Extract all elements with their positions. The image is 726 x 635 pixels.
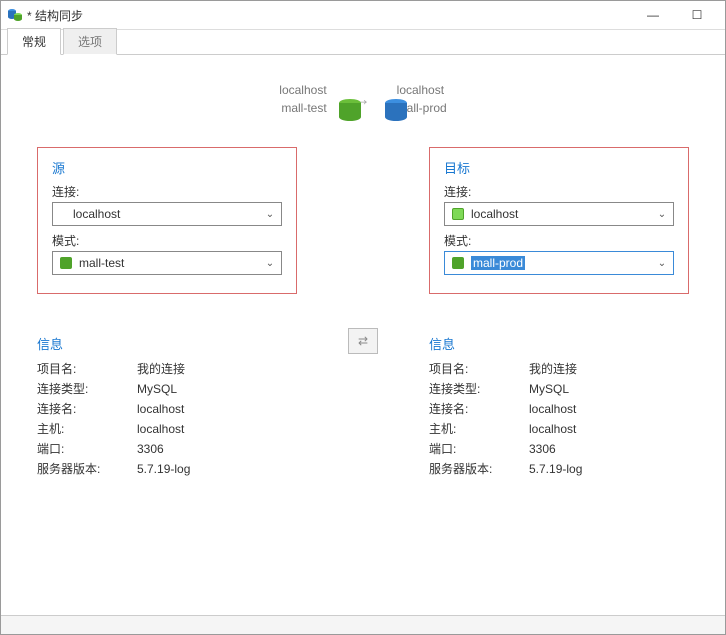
source-schema-select[interactable]: mall-test ⌄ — [52, 251, 282, 275]
target-title: 目标 — [444, 158, 674, 177]
source-title: 源 — [52, 158, 282, 177]
label-server-ver: 服务器版本: — [429, 459, 529, 479]
summary-target-conn: localhost — [397, 81, 447, 99]
label-conn-type: 连接类型: — [37, 379, 137, 399]
label-conn-name: 连接名: — [37, 399, 137, 419]
window-controls: — ☐ — [631, 1, 719, 29]
tab-options[interactable]: 选项 — [63, 28, 117, 55]
target-server-ver: 5.7.19-log — [529, 459, 582, 479]
window: * 结构同步 — ☐ 常规 选项 localhost mall-test → — [0, 0, 726, 635]
tab-bar: 常规 选项 — [1, 30, 725, 55]
window-title: * 结构同步 — [27, 7, 83, 24]
target-info: 信息 项目名:我的连接 连接类型:MySQL 连接名:localhost 主机:… — [429, 334, 689, 479]
label-host: 主机: — [429, 419, 529, 439]
database-mini-green-icon — [451, 256, 465, 270]
source-conn-name: localhost — [137, 399, 184, 419]
source-pane: 源 连接: localhost ⌄ 模式: mall-test ⌄ 信息 — [37, 147, 297, 479]
target-schema-select[interactable]: mall-prod ⌄ — [444, 251, 674, 275]
target-schema-label: 模式: — [444, 232, 674, 249]
target-connection-select[interactable]: localhost ⌄ — [444, 202, 674, 226]
minimize-icon: — — [647, 8, 659, 22]
source-connection-label: 连接: — [52, 183, 282, 200]
summary-row: localhost mall-test → localhost mall-pro… — [37, 81, 689, 117]
chevron-down-icon: ⌄ — [655, 258, 669, 269]
maximize-icon: ☐ — [692, 8, 703, 22]
target-port: 3306 — [529, 439, 556, 459]
chevron-down-icon: ⌄ — [263, 258, 277, 269]
chevron-down-icon: ⌄ — [655, 209, 669, 220]
target-box: 目标 连接: localhost ⌄ 模式: mall-prod ⌄ — [429, 147, 689, 294]
swap-icon: ⇄ — [358, 334, 368, 348]
label-project: 项目名: — [37, 359, 137, 379]
summary-source-schema: mall-test — [279, 99, 326, 117]
source-project: 我的连接 — [137, 359, 185, 379]
target-connection-label: 连接: — [444, 183, 674, 200]
tab-options-label: 选项 — [78, 35, 102, 49]
target-pane: 目标 连接: localhost ⌄ 模式: mall-prod ⌄ — [429, 147, 689, 479]
label-project: 项目名: — [429, 359, 529, 379]
source-port: 3306 — [137, 439, 164, 459]
panes: 源 连接: localhost ⌄ 模式: mall-test ⌄ 信息 — [37, 147, 689, 479]
source-connection-select[interactable]: localhost ⌄ — [52, 202, 282, 226]
label-host: 主机: — [37, 419, 137, 439]
content-area: localhost mall-test → localhost mall-pro… — [1, 55, 725, 615]
source-conn-type: MySQL — [137, 379, 177, 399]
maximize-button[interactable]: ☐ — [675, 1, 719, 29]
source-schema-label: 模式: — [52, 232, 282, 249]
target-info-title: 信息 — [429, 334, 689, 353]
label-port: 端口: — [37, 439, 137, 459]
swap-column: ⇄ — [348, 328, 378, 354]
source-info: 信息 项目名:我的连接 连接类型:MySQL 连接名:localhost 主机:… — [37, 334, 297, 479]
chevron-down-icon: ⌄ — [263, 209, 277, 220]
tab-general-label: 常规 — [22, 35, 46, 49]
target-connection-value: localhost — [471, 207, 655, 221]
target-schema-value: mall-prod — [471, 256, 655, 270]
swap-button[interactable]: ⇄ — [348, 328, 378, 354]
summary-source-conn: localhost — [279, 81, 326, 99]
label-conn-name: 连接名: — [429, 399, 529, 419]
source-host: localhost — [137, 419, 184, 439]
target-conn-name: localhost — [529, 399, 576, 419]
tab-general[interactable]: 常规 — [7, 28, 61, 55]
source-box: 源 连接: localhost ⌄ 模式: mall-test ⌄ — [37, 147, 297, 294]
titlebar: * 结构同步 — ☐ — [1, 1, 725, 30]
label-conn-type: 连接类型: — [429, 379, 529, 399]
summary-source: localhost mall-test — [279, 81, 338, 117]
label-server-ver: 服务器版本: — [37, 459, 137, 479]
target-project: 我的连接 — [529, 359, 577, 379]
database-mini-green-icon — [59, 256, 73, 270]
source-server-ver: 5.7.19-log — [137, 459, 190, 479]
source-connection-value: localhost — [59, 207, 263, 221]
target-host: localhost — [529, 419, 576, 439]
status-bar — [1, 615, 725, 634]
source-info-title: 信息 — [37, 334, 297, 353]
connection-mini-icon — [451, 207, 465, 221]
minimize-button[interactable]: — — [631, 1, 675, 29]
app-icon — [7, 6, 23, 25]
source-schema-value: mall-test — [79, 256, 263, 270]
summary-target: localhost mall-prod — [385, 81, 447, 117]
label-port: 端口: — [429, 439, 529, 459]
target-conn-type: MySQL — [529, 379, 569, 399]
